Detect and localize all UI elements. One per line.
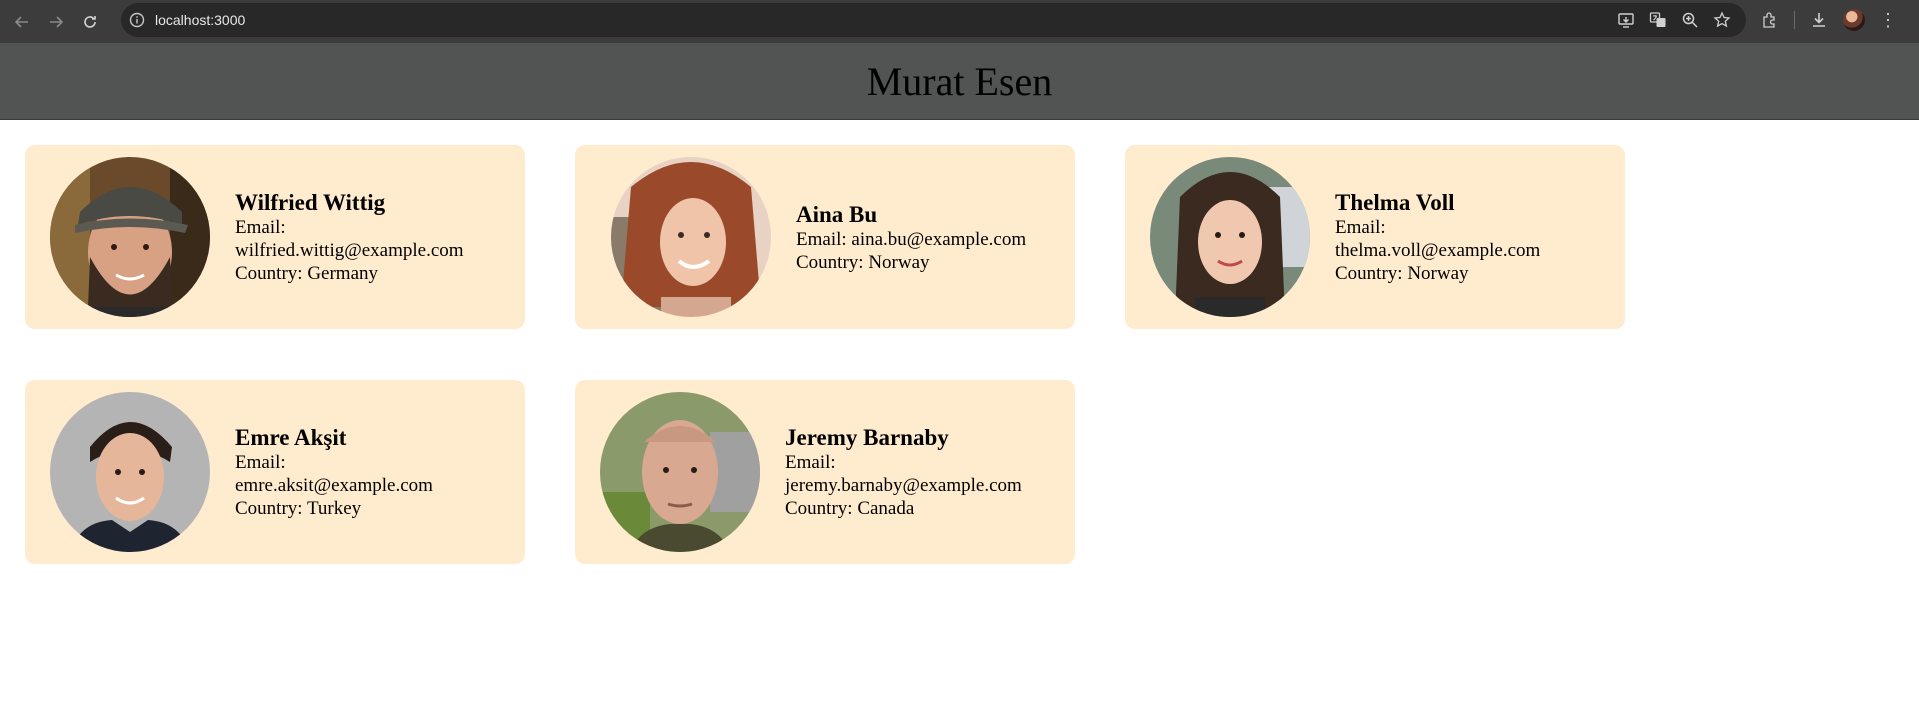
user-email: thelma.voll@example.com [1335,240,1541,261]
user-email: jeremy.barnaby@example.com [785,475,1022,496]
arrow-left-icon [14,15,28,28]
address-bar[interactable]: localhost:3000 [121,3,1746,37]
user-country-value: Canada [857,498,915,519]
user-country-value: Turkey [306,498,362,519]
user-email-label: Email: [1335,217,1386,238]
user-email-value: aina.bu@example.com [851,228,1027,250]
browser-toolbar: localhost:3000 ⋮ [0,0,1919,43]
user-card: Thelma Voll Email: thelma.voll@example.c… [1125,145,1625,329]
translate-icon[interactable] [1648,10,1668,30]
bookmark-star-icon[interactable] [1712,10,1732,30]
user-avatar [50,392,210,552]
user-avatar [1150,157,1310,317]
user-card-grid: Wilfried Wittig Email: wilfried.wittig@e… [0,120,1625,564]
user-country: Country: Norway [796,251,1026,274]
user-country-label: Country: [235,263,303,284]
install-app-icon[interactable] [1616,10,1636,30]
user-country-value: Norway [1407,263,1469,284]
user-email-label: Email: [785,452,836,473]
user-card: Wilfried Wittig Email: wilfried.wittig@e… [25,145,525,329]
zoom-icon[interactable] [1680,10,1700,30]
page-title: Murat Esen [866,58,1053,104]
user-country-label: Country: [796,251,864,273]
user-country: Country: Germany [235,262,464,285]
user-email: Email: aina.bu@example.com [796,228,1026,251]
user-name: Emre Akşit [235,425,347,450]
reload-icon [84,15,96,28]
user-name: Thelma Voll [1335,190,1455,215]
user-country-value: Germany [307,263,379,284]
user-card: Emre Akşit Email: emre.aksit@example.com… [25,380,525,564]
user-country-label: Country: [235,498,303,519]
user-email: emre.aksit@example.com [235,475,433,496]
user-country: Country: Norway [1335,262,1540,285]
user-name: Wilfried Wittig [235,190,386,215]
arrow-right-icon [50,15,64,28]
user-info: Jeremy Barnaby Email: jeremy.barnaby@exa… [785,424,1022,520]
user-email: wilfried.wittig@example.com [235,240,464,261]
user-email-label: Email: [235,217,286,238]
user-avatar [50,157,210,317]
user-country: Country: Turkey [235,497,433,520]
forward-button[interactable] [39,5,73,39]
url-text[interactable]: localhost:3000 [155,12,245,28]
reload-button[interactable] [73,5,107,39]
profile-avatar[interactable] [1843,9,1865,31]
user-card: Aina Bu Email: aina.bu@example.com Count… [575,145,1075,329]
toolbar-divider [1794,11,1795,29]
user-name: Jeremy Barnaby [785,425,949,450]
user-info: Emre Akşit Email: emre.aksit@example.com… [235,424,433,520]
user-name: Aina Bu [796,201,878,227]
downloads-icon[interactable] [1809,10,1829,30]
user-avatar [600,392,760,552]
back-button[interactable] [5,5,39,39]
menu-kebab-icon[interactable]: ⋮ [1879,11,1897,29]
user-country: Country: Canada [785,497,1022,520]
user-country-value: Norway [868,251,930,273]
user-avatar [611,157,771,317]
extensions-icon[interactable] [1760,10,1780,30]
user-card: Jeremy Barnaby Email: jeremy.barnaby@exa… [575,380,1075,564]
user-info: Aina Bu Email: aina.bu@example.com Count… [796,201,1026,274]
info-icon[interactable] [129,12,145,28]
user-info: Thelma Voll Email: thelma.voll@example.c… [1335,189,1540,285]
user-country-label: Country: [785,498,853,519]
user-email-label: Email: [235,452,286,473]
user-info: Wilfried Wittig Email: wilfried.wittig@e… [235,189,464,285]
user-country-label: Country: [1335,263,1403,284]
app-header: Murat Esen [0,43,1919,120]
user-email-label: Email: [796,228,847,250]
